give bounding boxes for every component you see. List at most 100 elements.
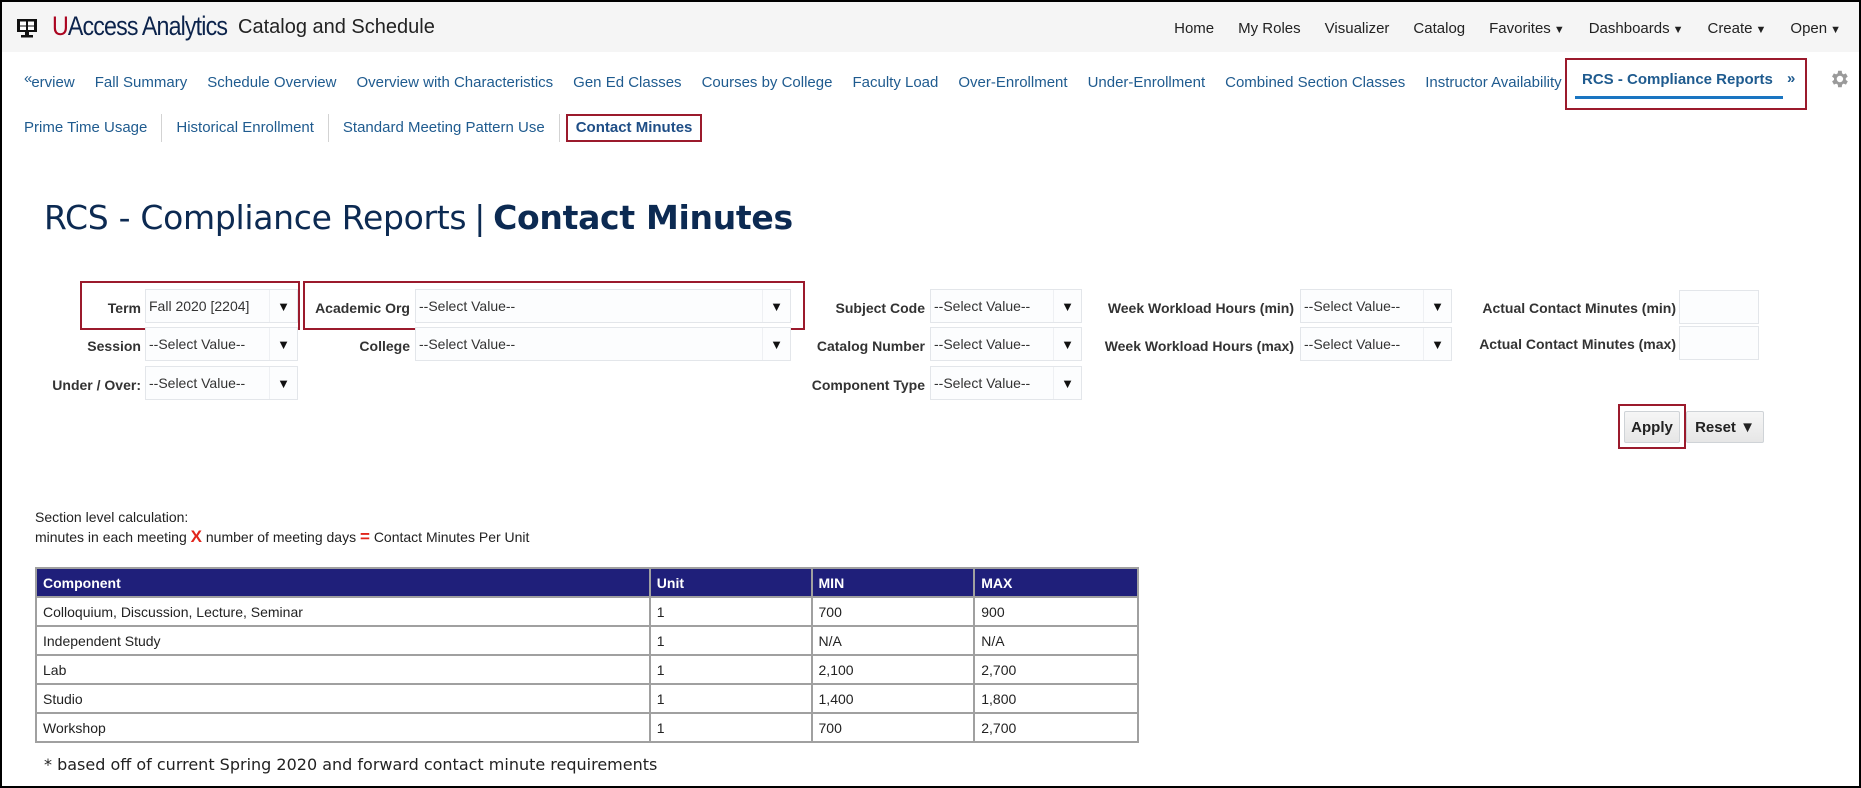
contact-minutes-table: Component Unit MIN MAX Colloquium, Discu…	[35, 567, 1139, 743]
under-over-label: Under / Over:	[52, 377, 141, 393]
dashboard-tabs: « erview Fall Summary Schedule Overview …	[24, 70, 1582, 91]
nav-my-roles[interactable]: My Roles	[1238, 20, 1301, 37]
subtab-standard-meeting-pattern-use[interactable]: Standard Meeting Pattern Use	[329, 114, 560, 142]
session-label: Session	[87, 338, 141, 354]
session-select[interactable]: --Select Value-- ▼	[145, 327, 298, 361]
monitor-icon	[17, 19, 37, 38]
component-type-value: --Select Value--	[934, 375, 1031, 391]
scroll-tabs-left-icon[interactable]: «	[24, 70, 32, 87]
dropdown-arrow-icon: ▼	[762, 290, 790, 322]
component-type-select[interactable]: --Select Value-- ▼	[930, 366, 1082, 400]
dropdown-arrow-icon: ▼	[269, 290, 297, 322]
app-title: Catalog and Schedule	[238, 16, 435, 38]
active-tab-underline	[1575, 96, 1783, 99]
cell-unit: 1	[648, 683, 813, 714]
top-bar: UAccess Analytics Catalog and Schedule H…	[2, 2, 1859, 52]
tab-fall-summary[interactable]: Fall Summary	[95, 74, 188, 91]
nav-create[interactable]: Create ▼	[1707, 20, 1766, 37]
nav-label: Dashboards	[1588, 20, 1670, 37]
workload-max-select[interactable]: --Select Value-- ▼	[1300, 327, 1452, 361]
component-type-label: Component Type	[811, 377, 925, 393]
contact-max-input[interactable]	[1679, 326, 1759, 360]
workload-min-select[interactable]: --Select Value-- ▼	[1300, 289, 1452, 323]
tab-courses-by-college[interactable]: Courses by College	[702, 74, 833, 91]
calculation-heading: Section level calculation:	[35, 509, 189, 525]
table-row: Lab 1 2,100 2,700	[35, 654, 1139, 685]
cell-unit: 1	[648, 712, 813, 743]
calculation-formula: minutes in each meeting X number of meet…	[35, 527, 529, 547]
tab-schedule-overview[interactable]: Schedule Overview	[207, 74, 336, 91]
nav-dashboards[interactable]: Dashboards ▼	[1589, 20, 1684, 37]
nav-label: Home	[1174, 20, 1215, 37]
tab-instructor-availability[interactable]: Instructor Availability	[1425, 74, 1561, 91]
subtab-historical-enrollment[interactable]: Historical Enrollment	[162, 114, 329, 142]
caret-down-icon: ▼	[1672, 24, 1684, 36]
top-nav: Home My Roles Visualizer Catalog Favorit…	[1150, 20, 1841, 37]
subpage-tabs: Prime Time Usage Historical Enrollment S…	[24, 114, 703, 142]
college-select[interactable]: --Select Value-- ▼	[415, 327, 791, 361]
tab-over-enrollment[interactable]: Over-Enrollment	[958, 74, 1067, 91]
page: UAccess Analytics Catalog and Schedule H…	[2, 2, 1859, 786]
gear-icon[interactable]	[1828, 68, 1850, 90]
nav-catalog[interactable]: Catalog	[1413, 20, 1465, 37]
scroll-tabs-right-icon[interactable]: »	[1787, 70, 1795, 87]
dropdown-arrow-icon: ▼	[1053, 328, 1081, 360]
cell-max: 900	[973, 596, 1139, 627]
cell-unit: 1	[648, 625, 813, 656]
contact-min-input[interactable]	[1679, 290, 1759, 324]
tab-under-enrollment[interactable]: Under-Enrollment	[1088, 74, 1206, 91]
subtab-contact-minutes[interactable]: Contact Minutes	[565, 114, 703, 142]
subtab-prime-time-usage[interactable]: Prime Time Usage	[24, 114, 163, 142]
caret-down-icon: ▼	[1755, 24, 1767, 36]
nav-home[interactable]: Home	[1174, 20, 1214, 37]
brand-logo[interactable]: UAccess Analytics	[52, 11, 228, 42]
cell-max: 2,700	[973, 654, 1139, 685]
tab-combined-section-classes[interactable]: Combined Section Classes	[1225, 74, 1405, 91]
catalog-number-value: --Select Value--	[934, 336, 1031, 352]
catalog-number-label: Catalog Number	[816, 338, 925, 354]
reset-button[interactable]: Reset ▼	[1686, 411, 1764, 443]
cell-min: 1,400	[810, 683, 976, 714]
calculation-note: Section level calculation: minutes in ea…	[35, 507, 529, 547]
tab-gen-ed-classes[interactable]: Gen Ed Classes	[573, 74, 681, 91]
college-value: --Select Value--	[419, 336, 516, 352]
term-label: Term	[107, 300, 141, 316]
page-title-section: RCS - Compliance Reports	[44, 198, 467, 237]
subject-code-label: Subject Code	[835, 300, 925, 316]
cell-min: N/A	[810, 625, 976, 656]
nav-open[interactable]: Open ▼	[1790, 20, 1841, 37]
tab-faculty-load[interactable]: Faculty Load	[852, 74, 938, 91]
nav-favorites[interactable]: Favorites ▼	[1489, 20, 1565, 37]
page-title: RCS - Compliance Reports | Contact Minutes	[44, 198, 793, 237]
header-min: MIN	[810, 567, 976, 598]
cell-max: 1,800	[973, 683, 1139, 714]
workload-max-value: --Select Value--	[1304, 336, 1401, 352]
cell-component: Workshop	[35, 712, 651, 743]
table-header-row: Component Unit MIN MAX	[35, 567, 1139, 598]
workload-min-value: --Select Value--	[1304, 298, 1401, 314]
dropdown-arrow-icon: ▼	[762, 328, 790, 360]
tab-overview[interactable]: erview	[31, 74, 74, 91]
nav-label: Create	[1707, 20, 1753, 37]
apply-button[interactable]: Apply	[1624, 411, 1680, 443]
catalog-number-select[interactable]: --Select Value-- ▼	[930, 327, 1082, 361]
academic-org-label: Academic Org	[315, 300, 410, 316]
formula-part-days: number of meeting days	[205, 529, 357, 545]
cell-unit: 1	[648, 596, 813, 627]
under-over-select[interactable]: --Select Value-- ▼	[145, 366, 298, 400]
term-value: Fall 2020 [2204]	[149, 298, 250, 314]
academic-org-select[interactable]: --Select Value-- ▼	[415, 289, 791, 323]
equals-icon: =	[359, 527, 370, 546]
tab-rcs-compliance-reports[interactable]: RCS - Compliance Reports	[1582, 71, 1773, 88]
cell-min: 2,100	[810, 654, 976, 685]
nav-visualizer[interactable]: Visualizer	[1325, 20, 1390, 37]
cell-max: N/A	[973, 625, 1139, 656]
nav-label: Favorites	[1489, 20, 1551, 37]
subject-code-select[interactable]: --Select Value-- ▼	[930, 289, 1082, 323]
cell-component: Independent Study	[35, 625, 651, 656]
tab-overview-with-characteristics[interactable]: Overview with Characteristics	[356, 74, 553, 91]
term-select[interactable]: Fall 2020 [2204] ▼	[145, 289, 298, 323]
under-over-value: --Select Value--	[149, 375, 246, 391]
cell-min: 700	[810, 596, 976, 627]
college-label: College	[359, 338, 410, 354]
